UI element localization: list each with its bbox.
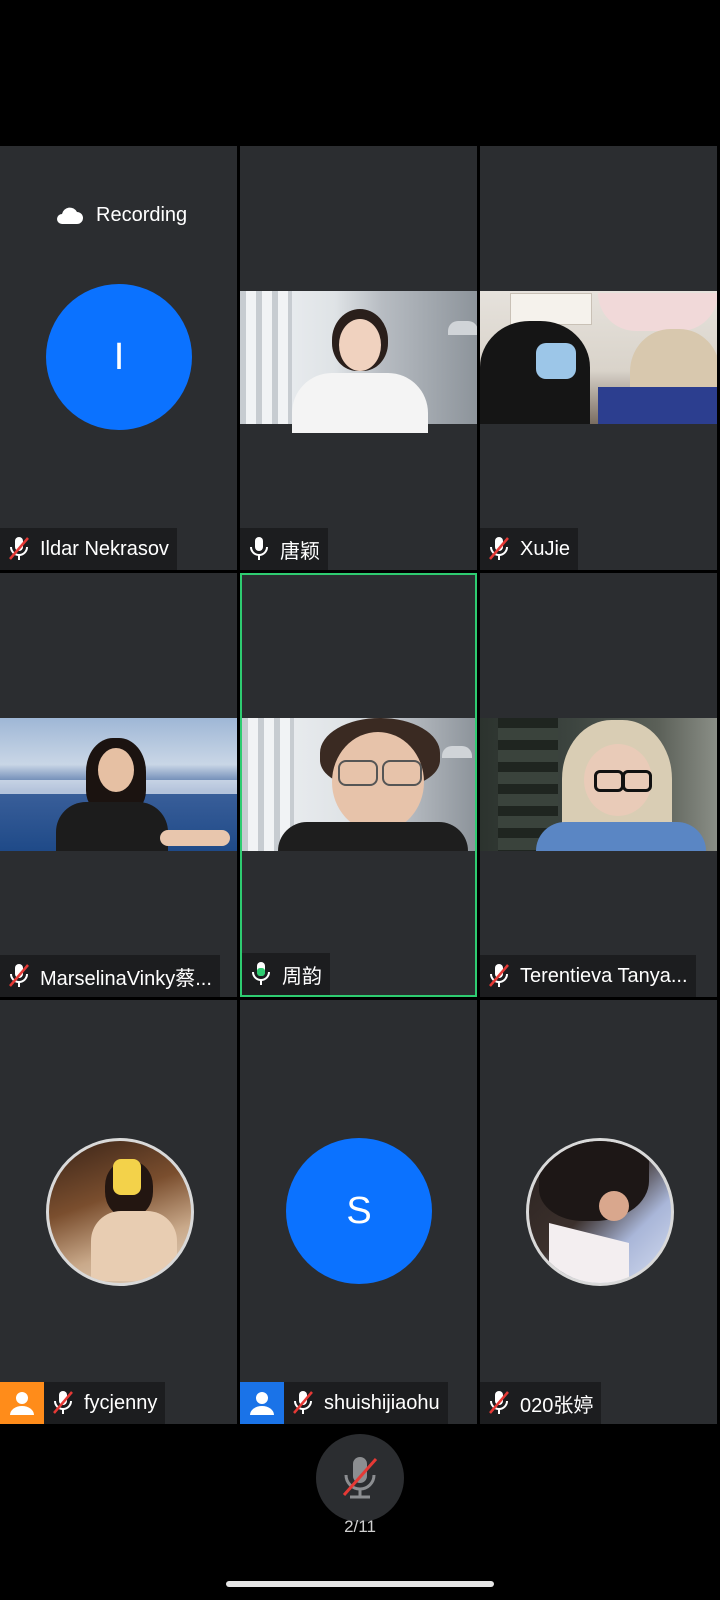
avatar: I [46,284,192,430]
mic-muted-icon [6,534,32,564]
name-plate: 周韵 [242,953,330,995]
recording-label: Recording [96,204,188,226]
mute-toggle-button[interactable] [316,1434,404,1522]
video-feed [480,291,717,424]
participant-name: Ildar Nekrasov [40,537,169,560]
participant-tile[interactable]: 020张婷 [480,1000,717,1424]
person-icon [249,1391,275,1415]
name-plate: Terentieva Tanya... [480,955,696,997]
participant-name: 唐颖 [280,540,320,563]
name-plate: 020张婷 [480,1382,602,1424]
avatar-initial: S [346,1189,372,1232]
user-badge [240,1382,284,1424]
mic-muted-icon [486,1388,512,1418]
participant-name: fycjenny [84,1391,158,1414]
participant-tile[interactable]: S shuishijiaohu [240,1000,477,1424]
mic-muted-icon [6,961,32,991]
video-feed [240,291,477,433]
participant-name: shuishijiaohu [324,1391,440,1414]
mic-speaking-icon [248,959,274,989]
home-indicator[interactable] [226,1581,494,1587]
user-badge [0,1382,44,1424]
participant-name: MarselinaVinky蔡... [40,967,212,990]
avatar-initial: I [113,335,125,378]
video-grid: Recording I Ildar Nekrasov 唐颖 XuJie Mars… [0,146,720,1424]
page-indicator: 2/11 [344,1517,376,1536]
avatar [46,1138,194,1286]
avatar: S [286,1138,432,1284]
participant-name: Terentieva Tanya... [520,964,688,987]
participant-name: XuJie [520,537,571,560]
participant-tile[interactable]: Recording I Ildar Nekrasov [0,146,237,570]
mic-muted-icon [290,1388,316,1418]
mic-muted-icon [338,1453,382,1503]
participant-tile-active[interactable]: 周韵 [240,573,477,997]
avatar [526,1138,674,1286]
name-plate: XuJie [480,528,579,570]
video-feed [480,718,717,851]
participant-tile[interactable]: fycjenny [0,1000,237,1424]
name-plate: MarselinaVinky蔡... [0,955,220,997]
name-plate: Ildar Nekrasov [0,528,177,570]
participant-tile[interactable]: Terentieva Tanya... [480,573,717,997]
participant-tile[interactable]: XuJie [480,146,717,570]
person-icon [9,1391,35,1415]
name-plate: fycjenny [44,1382,166,1424]
participant-tile[interactable]: 唐颖 [240,146,477,570]
video-feed [242,718,475,851]
video-feed [0,718,237,851]
mic-muted-icon [486,961,512,991]
participant-name: 周韵 [282,965,322,988]
mic-muted-icon [486,534,512,564]
cloud-icon [54,206,84,226]
name-plate: shuishijiaohu [284,1382,448,1424]
recording-indicator: Recording [54,204,187,227]
participant-tile[interactable]: MarselinaVinky蔡... [0,573,237,997]
mic-icon [246,534,272,564]
mic-muted-icon [50,1388,76,1418]
participant-name: 020张婷 [520,1394,594,1417]
name-plate: 唐颖 [240,528,328,570]
